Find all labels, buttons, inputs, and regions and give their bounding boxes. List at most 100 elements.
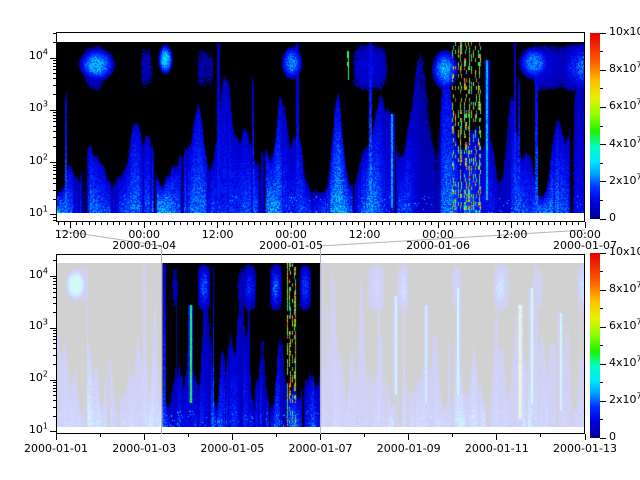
x-tick-label: 2000-01-11 xyxy=(462,443,532,455)
y-tick-minor xyxy=(53,281,56,282)
x-tick-minor xyxy=(199,222,200,225)
y-tick-major xyxy=(50,380,56,381)
x-tick-minor xyxy=(242,222,243,225)
y-tick-minor xyxy=(53,284,56,285)
colorbar-tick-label: 0 xyxy=(609,431,616,443)
x-tick-minor xyxy=(370,222,371,225)
x-tick-minor xyxy=(431,222,432,225)
x-tick-major xyxy=(232,434,233,440)
x-tick-minor xyxy=(64,222,65,225)
detail-spectrogram-canvas[interactable] xyxy=(57,42,584,213)
y-tick-major xyxy=(50,214,56,215)
x-tick-label: 2000-01-09 xyxy=(374,443,444,455)
x-tick-minor xyxy=(487,222,488,225)
y-tick-label: 102 xyxy=(10,155,48,167)
x-tick-minor xyxy=(346,222,347,225)
y-tick-minor xyxy=(53,388,56,389)
x-tick-minor xyxy=(278,222,279,225)
y-tick-minor xyxy=(53,297,56,298)
x-tick-minor xyxy=(89,222,90,225)
x-tick-minor xyxy=(131,222,132,225)
x-tick-major xyxy=(144,434,145,440)
x-tick-minor xyxy=(566,222,567,225)
x-tick-minor xyxy=(560,222,561,225)
x-tick-minor xyxy=(205,222,206,225)
x-tick-minor xyxy=(517,222,518,225)
y-tick-minor xyxy=(53,385,56,386)
selection-handle-left[interactable] xyxy=(161,246,162,434)
x-tick-minor xyxy=(276,434,277,437)
x-tick-minor xyxy=(480,222,481,225)
colorbar-tick-label: 10x107 xyxy=(609,246,640,258)
colorbar-tick-major xyxy=(600,327,606,328)
x-tick-minor xyxy=(419,222,420,225)
y-tick-label: 104 xyxy=(10,50,48,62)
x-tick-minor xyxy=(401,222,402,225)
x-tick-minor xyxy=(236,222,237,225)
x-tick-minor xyxy=(452,434,453,437)
y-tick-minor xyxy=(53,121,56,122)
colorbar-tick-major xyxy=(600,438,606,439)
x-tick-minor xyxy=(540,434,541,437)
x-tick-minor xyxy=(297,222,298,225)
colorbar-tick-major xyxy=(600,253,606,254)
y-tick-minor xyxy=(53,217,56,218)
y-tick-minor xyxy=(53,131,56,132)
y-tick-minor xyxy=(53,42,56,43)
y-tick-minor xyxy=(53,137,56,138)
y-tick-minor xyxy=(53,115,56,116)
x-tick-minor xyxy=(364,434,365,437)
x-tick-minor xyxy=(266,222,267,225)
y-tick-minor xyxy=(53,126,56,127)
x-tick-major xyxy=(320,434,321,440)
x-tick-minor xyxy=(333,222,334,225)
y-tick-minor xyxy=(53,292,56,293)
x-tick-minor xyxy=(260,222,261,225)
y-tick-minor xyxy=(53,112,56,113)
y-tick-minor xyxy=(53,94,56,95)
y-tick-minor xyxy=(53,220,56,221)
x-tick-minor xyxy=(505,222,506,225)
x-tick-label: 12:00 xyxy=(36,229,106,241)
x-tick-minor xyxy=(248,222,249,225)
x-tick-major xyxy=(408,434,409,440)
x-tick-minor xyxy=(493,222,494,225)
x-tick-date-label: 2000-01-05 xyxy=(256,240,326,252)
x-tick-label: 12:00 xyxy=(477,229,547,241)
colorbar-tick-label: 4x107 xyxy=(609,138,640,150)
selection-handle-right[interactable] xyxy=(320,246,321,434)
x-tick-minor xyxy=(389,222,390,225)
x-tick-minor xyxy=(578,222,579,225)
context-colorbar[interactable] xyxy=(590,253,600,438)
colorbar-tick-label: 8x107 xyxy=(609,283,640,295)
y-tick-minor xyxy=(53,146,56,147)
x-tick-minor xyxy=(303,222,304,225)
detail-colorbar[interactable] xyxy=(590,33,600,219)
x-tick-minor xyxy=(444,222,445,225)
colorbar-tick-label: 2x107 xyxy=(609,394,640,406)
x-tick-label: 2000-01-05 xyxy=(197,443,267,455)
y-tick-label: 101 xyxy=(10,207,48,219)
x-tick-minor xyxy=(193,222,194,225)
y-tick-minor xyxy=(53,330,56,331)
x-tick-minor xyxy=(468,222,469,225)
x-tick-minor xyxy=(211,222,212,225)
y-tick-minor xyxy=(53,303,56,304)
y-tick-minor xyxy=(53,382,56,383)
colorbar-tick-label: 6x107 xyxy=(609,100,640,112)
x-tick-minor xyxy=(284,222,285,225)
y-tick-minor xyxy=(53,278,56,279)
x-tick-minor xyxy=(187,222,188,225)
x-tick-minor xyxy=(456,222,457,225)
x-tick-minor xyxy=(229,222,230,225)
y-tick-label: 103 xyxy=(10,102,48,114)
x-tick-minor xyxy=(100,434,101,437)
y-tick-major xyxy=(50,162,56,163)
x-tick-major xyxy=(56,434,57,440)
x-tick-minor xyxy=(352,222,353,225)
x-tick-minor xyxy=(162,222,163,225)
colorbar-tick-major xyxy=(600,401,606,402)
y-tick-minor xyxy=(53,312,56,313)
x-tick-major xyxy=(496,434,497,440)
x-tick-minor xyxy=(76,222,77,225)
